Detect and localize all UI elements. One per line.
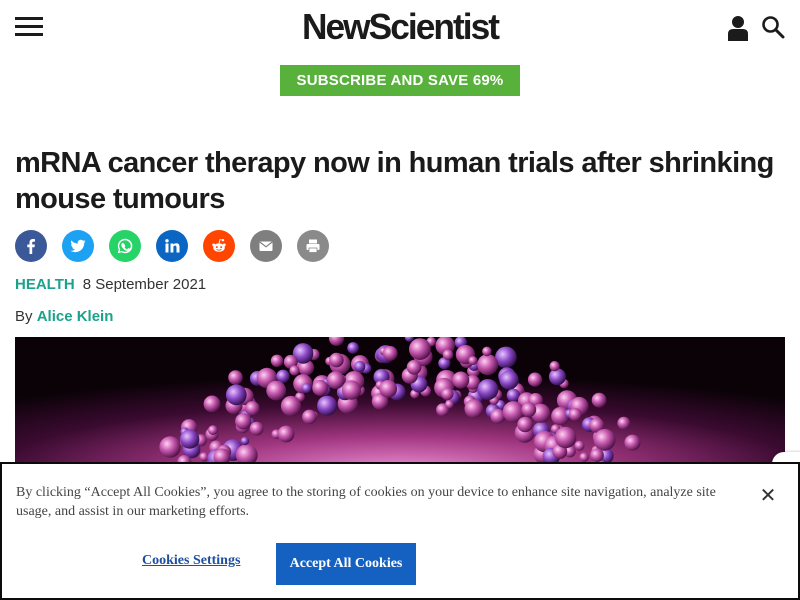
molecule-bead [593,428,616,451]
cookies-settings-link[interactable]: Cookies Settings [142,553,240,569]
molecule-bead [495,346,517,369]
molecule-bead [228,370,243,385]
mrna-molecule-illustration [15,337,785,463]
article-title: mRNA cancer therapy now in human trials … [15,147,774,215]
molecule-bead [379,379,398,398]
molecule-bead [624,434,641,451]
molecule-bead [591,392,607,408]
byline-prefix: By [15,308,33,325]
molecule-bead [574,440,585,451]
subscribe-button[interactable]: SUBSCRIBE AND SAVE 69% [280,65,520,96]
molecule-bead [382,346,398,361]
accept-all-cookies-button[interactable]: Accept All Cookies [276,543,416,585]
molecule-bead [579,452,589,462]
molecule-bead [477,379,499,400]
linkedin-icon[interactable] [156,230,188,262]
search-icon[interactable] [761,15,785,39]
molecule-bead [521,402,537,417]
print-icon[interactable] [297,230,329,262]
molecule-bead [406,359,422,375]
molecule-bead [280,395,302,417]
molecule-bead [482,346,492,357]
molecule-bead [499,370,519,390]
molecule-bead [329,352,344,368]
cookie-consent-text: By clicking “Accept All Cookies”, you ag… [16,485,716,519]
molecule-bead [409,338,431,360]
molecule-bead [289,365,300,376]
author-link[interactable]: Alice Klein [37,308,114,325]
publish-date: 8 September 2021 [82,276,207,293]
molecule-bead [277,425,295,443]
molecule-bead [617,416,631,430]
email-icon[interactable] [250,230,282,262]
molecule-bead [554,426,577,449]
molecule-bead [301,383,312,394]
molecule-bead [302,409,317,425]
twitter-icon[interactable] [62,230,94,262]
reddit-icon[interactable] [203,230,235,262]
molecule-bead [517,416,533,433]
molecule-bead [590,448,604,463]
molecule-bead [317,395,338,416]
share-bar [15,230,329,262]
molecule-bead [445,399,454,409]
category-link[interactable]: HEALTH [15,276,75,293]
molecule-bead [441,387,454,401]
molecule-bead [549,361,560,372]
facebook-icon[interactable] [15,230,47,262]
molecule-bead [225,384,247,406]
molecule-bead [568,408,582,421]
molecule-bead [464,399,484,418]
molecule-bead [477,354,499,376]
whatsapp-icon[interactable] [109,230,141,262]
molecule-bead [341,380,362,400]
molecule-bead [326,371,345,389]
molecule-bead [159,436,181,458]
cookie-banner: By clicking “Accept All Cookies”, you ag… [0,462,800,600]
molecule-bead [240,436,250,446]
molecule-bead [347,342,359,354]
article-meta: HEALTH 8 September 2021 [15,276,206,293]
molecule-bead [442,349,454,360]
molecule-bead [208,425,218,436]
molecule-bead [452,371,470,389]
molecule-bead [203,395,221,413]
hero-image [15,337,785,463]
molecule-bead [548,368,566,386]
user-account-icon[interactable] [727,15,749,41]
molecule-bead [312,379,329,396]
molecule-bead [235,413,252,430]
molecule-bead [468,356,478,366]
molecule-bead [180,429,200,449]
site-logo[interactable]: NewScientist [0,6,800,48]
logo-text[interactable]: NewScientist [302,6,500,48]
molecule-bead [354,360,366,373]
site-header: NewScientist SUBSCRIBE AND SAVE 69% [0,0,800,110]
molecule-bead [527,372,543,387]
molecule-bead [266,380,287,401]
molecule-bead [270,354,284,367]
molecule-bead [245,401,260,416]
byline: By Alice Klein [15,308,113,325]
close-icon[interactable]: ✕ [757,483,779,507]
molecule-bead [249,421,264,436]
